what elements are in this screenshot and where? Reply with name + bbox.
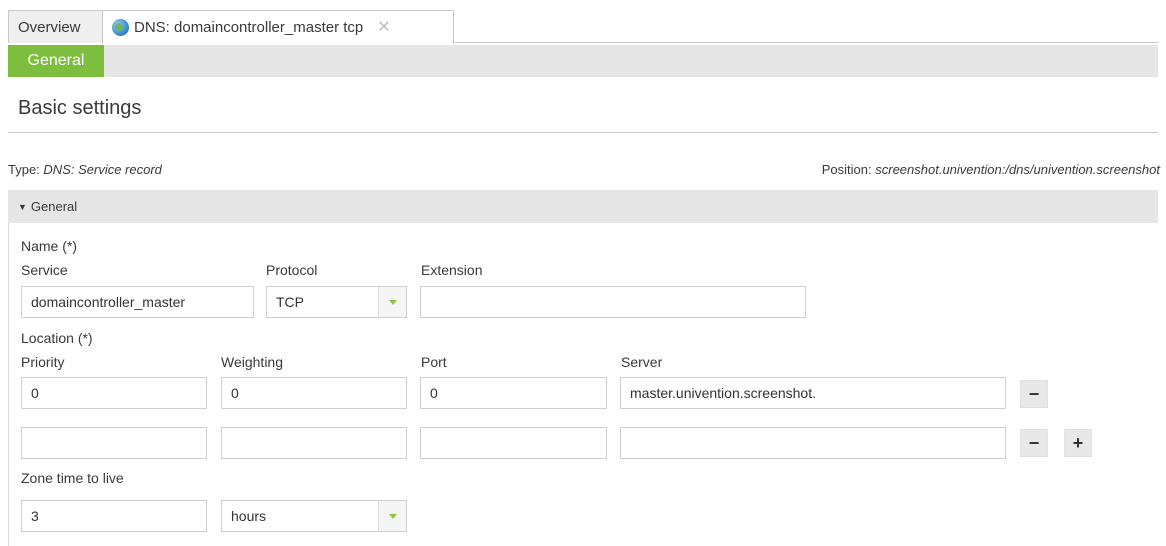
protocol-label: Protocol (266, 262, 318, 278)
priority-value: 0 (31, 385, 39, 401)
type-value: DNS: Service record (43, 162, 162, 177)
server-input[interactable]: master.univention.screenshot. (620, 377, 1006, 409)
position-prefix: Position: (821, 162, 876, 177)
ttl-unit-select[interactable]: hours (221, 500, 407, 532)
priority-label: Priority (21, 354, 65, 370)
service-input[interactable]: domaincontroller_master (21, 286, 254, 318)
port-input[interactable] (420, 427, 607, 459)
section-general-toggle[interactable]: ▼ General (8, 190, 1158, 223)
section-title: General (30, 199, 78, 214)
tab-overview-label: Overview (18, 18, 81, 36)
type-prefix: Type: (8, 162, 44, 177)
divider (8, 132, 1158, 133)
ttl-unit-value: hours (231, 508, 267, 524)
remove-row-button[interactable]: − (1020, 429, 1048, 457)
weighting-input[interactable]: 0 (221, 377, 407, 409)
globe-icon (112, 19, 129, 36)
priority-input[interactable]: 0 (21, 377, 207, 409)
priority-input[interactable] (21, 427, 207, 459)
protocol-select[interactable]: TCP (266, 286, 407, 318)
chevron-down-icon[interactable] (378, 287, 406, 317)
subtab-general[interactable]: General (8, 45, 104, 77)
remove-row-button[interactable]: − (1020, 380, 1048, 408)
subtab-bar: General (8, 45, 1158, 77)
chevron-down-icon[interactable] (378, 501, 406, 531)
name-group-label: Name (*) (21, 238, 78, 254)
extension-input[interactable] (420, 286, 806, 318)
tab-dns-record-label: DNS: domaincontroller_master tcp (134, 19, 364, 36)
server-label: Server (621, 354, 663, 370)
page-title: Basic settings (18, 97, 142, 119)
close-icon[interactable]: ✕ (377, 19, 390, 36)
caret-down-icon: ▼ (18, 201, 27, 212)
port-value: 0 (430, 385, 438, 401)
object-position: Position: screenshot.univention:/dns/uni… (822, 162, 1160, 177)
ttl-label: Zone time to live (21, 470, 124, 486)
tab-bar: Overview DNS: domaincontroller_master tc… (8, 10, 1158, 44)
tab-dns-record[interactable]: DNS: domaincontroller_master tcp ✕ (102, 10, 454, 44)
service-label: Service (21, 262, 68, 278)
weighting-value: 0 (231, 385, 239, 401)
position-value: screenshot.univention:/dns/univention.sc… (875, 162, 1160, 177)
server-input[interactable] (620, 427, 1006, 459)
port-input[interactable]: 0 (420, 377, 607, 409)
location-group-label: Location (*) (21, 330, 93, 346)
weighting-label: Weighting (221, 354, 284, 370)
weighting-input[interactable] (221, 427, 407, 459)
ttl-value: 3 (31, 508, 39, 524)
extension-label: Extension (421, 262, 483, 278)
ttl-input[interactable]: 3 (21, 500, 207, 532)
add-row-button[interactable]: + (1064, 429, 1092, 457)
tab-overview[interactable]: Overview (8, 10, 103, 43)
object-type: Type: DNS: Service record (8, 162, 162, 177)
port-label: Port (421, 354, 447, 370)
service-value: domaincontroller_master (31, 294, 186, 310)
protocol-value: TCP (276, 294, 304, 310)
server-value: master.univention.screenshot. (630, 385, 816, 401)
